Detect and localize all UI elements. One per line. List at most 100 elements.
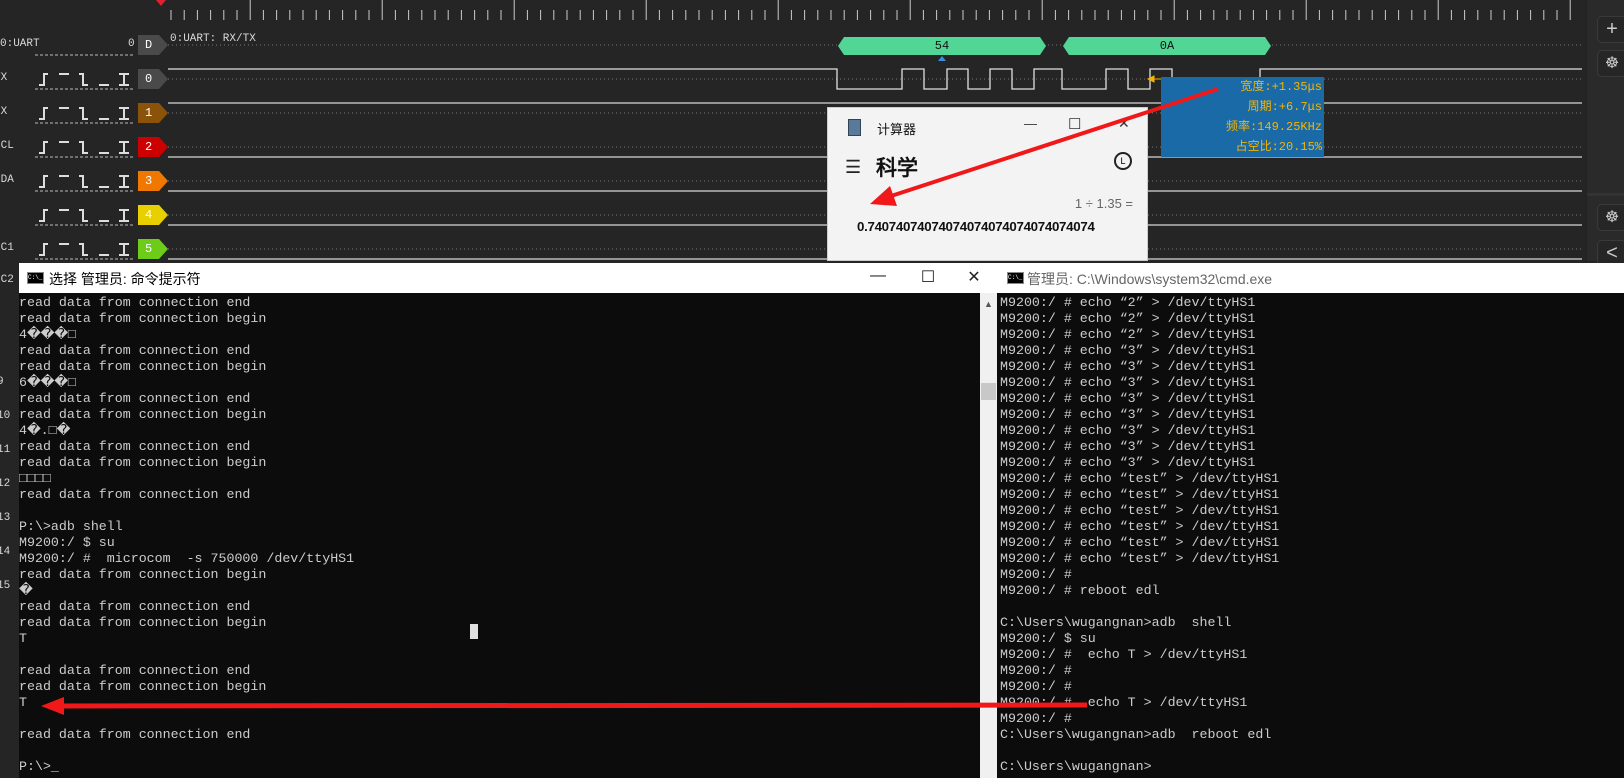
channel-name: TX bbox=[0, 72, 8, 84]
decoder-label: 0:UART bbox=[0, 38, 40, 50]
terminal-line: M9200:/ # echo “2” > /dev/ttyHS1 bbox=[1000, 327, 1256, 342]
calculator-window: 计算器 — ☐ ✕ ☰ 科学 L 1 ÷ 1.35 = 0.7407407407… bbox=[827, 107, 1148, 261]
terminal-line: M9200:/ # echo “2” > /dev/ttyHS1 bbox=[1000, 311, 1256, 326]
result-display: 0.74074074074074074074074074074074 bbox=[857, 219, 1095, 234]
terminal-line: read data from connection end bbox=[19, 663, 251, 678]
terminal-line: read data from connection end bbox=[19, 487, 251, 502]
terminal-line: C:\Users\wugangnan>adb shell bbox=[1000, 615, 1232, 630]
terminal-line: M9200:/ # bbox=[1000, 679, 1072, 694]
terminal-line: M9200:/ # echo “3” > /dev/ttyHS1 bbox=[1000, 423, 1256, 438]
hidden-channel-label: 15 bbox=[0, 580, 11, 592]
title-bar[interactable]: C:\_ 管理员: C:\Windows\system32\cmd.exe bbox=[997, 263, 1624, 293]
calculator-mode: 科学 bbox=[876, 157, 918, 180]
terminal-output[interactable]: M9200:/ # echo “2” > /dev/ttyHS1 M9200:/ … bbox=[997, 293, 1624, 775]
terminal-line: read data from connection end bbox=[19, 599, 251, 614]
hidden-channel-label: 9 bbox=[0, 376, 4, 388]
terminal-line: M9200:/ # echo T > /dev/ttyHS1 bbox=[1000, 647, 1248, 662]
terminal-line: M9200:/ # bbox=[1000, 663, 1072, 678]
terminal-line: M9200:/ # echo “3” > /dev/ttyHS1 bbox=[1000, 391, 1256, 406]
time-ruler[interactable] bbox=[170, 0, 1571, 20]
terminal-line: M9200:/ # echo T > /dev/ttyHS1 bbox=[1000, 695, 1248, 710]
channel-name: SCL bbox=[0, 140, 14, 152]
measurement-tooltip: 宽度:+1.35μs 周期:+6.7μs 频率:149.25KHz 占空比:20… bbox=[1161, 77, 1324, 157]
terminal-line: M9200:/ # echo “test” > /dev/ttyHS1 bbox=[1000, 503, 1280, 518]
terminal-line: T bbox=[19, 631, 27, 646]
add-button[interactable]: + bbox=[1597, 16, 1624, 43]
decoded-byte[interactable]: 54 bbox=[838, 37, 1046, 55]
decoder-value: 0 bbox=[128, 38, 135, 50]
maximize-button[interactable]: ☐ bbox=[1068, 115, 1081, 133]
decoded-byte[interactable]: 0A bbox=[1063, 37, 1271, 55]
terminal-line: M9200:/ # echo “test” > /dev/ttyHS1 bbox=[1000, 487, 1280, 502]
calculator-icon bbox=[848, 119, 861, 136]
hidden-channel-label: 14 bbox=[0, 546, 11, 558]
trigger-edge-icons[interactable] bbox=[36, 106, 134, 120]
title-bar[interactable]: C:\_ 选择 管理员: 命令提示符 — ☐ ✕ bbox=[19, 263, 997, 293]
maximize-button[interactable]: ☐ bbox=[918, 267, 938, 287]
terminal-line: M9200:/ # bbox=[1000, 711, 1072, 726]
terminal-line: read data from connection begin bbox=[19, 455, 267, 470]
terminal-line: □□□□ bbox=[19, 471, 51, 486]
terminal-line: read data from connection end bbox=[19, 295, 251, 310]
hidden-channel-label: 10 bbox=[0, 410, 11, 422]
calculator-title: 计算器 bbox=[877, 122, 917, 137]
terminal-line: M9200:/ # echo “3” > /dev/ttyHS1 bbox=[1000, 359, 1256, 374]
terminal-line: M9200:/ # microcom -s 750000 /dev/ttyHS1 bbox=[19, 551, 355, 566]
logic-analyzer-panel: 0:UART 0 D 0:UART: RX/TX TX0RX1SCL2SDA34… bbox=[0, 0, 1586, 261]
terminal-line: M9200:/ $ su bbox=[19, 535, 115, 550]
menu-icon[interactable]: ☰ bbox=[845, 157, 861, 178]
terminal-line: 6���□ bbox=[19, 375, 76, 390]
scrollbar-thumb[interactable] bbox=[981, 383, 996, 400]
scrollbar[interactable]: ▲ bbox=[980, 293, 997, 778]
terminal-line: C:\Users\wugangnan> bbox=[1000, 759, 1152, 774]
settings-wheel-icon[interactable]: ☸ bbox=[1597, 204, 1624, 231]
scroll-up-icon[interactable]: ▲ bbox=[984, 299, 993, 309]
terminal-line: M9200:/ # echo “test” > /dev/ttyHS1 bbox=[1000, 519, 1280, 534]
terminal-line: read data from connection begin bbox=[19, 615, 267, 630]
cmd-icon: C:\_ bbox=[27, 272, 44, 284]
trigger-edge-icons[interactable] bbox=[36, 174, 134, 188]
minimize-button[interactable]: — bbox=[868, 267, 888, 285]
trigger-edge-icons[interactable] bbox=[36, 208, 134, 222]
terminal-line: M9200:/ # echo “2” > /dev/ttyHS1 bbox=[1000, 295, 1256, 310]
trigger-edge-icons[interactable] bbox=[36, 242, 134, 256]
terminal-line: read data from connection begin bbox=[19, 311, 267, 326]
terminal-line: read data from connection end bbox=[19, 727, 251, 742]
terminal-line: M9200:/ # echo “3” > /dev/ttyHS1 bbox=[1000, 343, 1256, 358]
terminal-line: M9200:/ # echo “test” > /dev/ttyHS1 bbox=[1000, 471, 1280, 486]
expression: 1 ÷ 1.35 = bbox=[1074, 196, 1133, 211]
hidden-channel-label: 13 bbox=[0, 512, 11, 524]
cmd-window-right: C:\_ 管理员: C:\Windows\system32\cmd.exe M9… bbox=[997, 263, 1624, 778]
terminal-line: read data from connection begin bbox=[19, 359, 267, 374]
terminal-line: M9200:/ # echo “3” > /dev/ttyHS1 bbox=[1000, 375, 1256, 390]
terminal-line: M9200:/ # echo “test” > /dev/ttyHS1 bbox=[1000, 551, 1280, 566]
hidden-channel-label: 12 bbox=[0, 478, 11, 490]
terminal-line: T bbox=[19, 695, 27, 710]
terminal-output[interactable]: read data from connection end read data f… bbox=[19, 293, 997, 775]
text-cursor bbox=[470, 624, 478, 639]
window-title: 管理员: C:\Windows\system32\cmd.exe bbox=[1027, 271, 1273, 287]
marker-icon[interactable] bbox=[156, 0, 166, 6]
terminal-line: M9200:/ # reboot edl bbox=[1000, 583, 1160, 598]
history-icon[interactable]: L bbox=[1114, 152, 1132, 170]
terminal-line: M9200:/ # bbox=[1000, 567, 1072, 582]
trigger-edge-icons[interactable] bbox=[36, 72, 134, 86]
terminal-line: 4���□ bbox=[19, 327, 76, 342]
terminal-line: read data from connection end bbox=[19, 391, 251, 406]
settings-wheel-icon[interactable]: ☸ bbox=[1597, 50, 1624, 77]
close-button[interactable]: ✕ bbox=[964, 267, 984, 287]
trigger-edge-icons[interactable] bbox=[36, 140, 134, 154]
terminal-line: C:\Users\wugangnan>adb reboot edl bbox=[1000, 727, 1272, 742]
terminal-line: read data from connection begin bbox=[19, 407, 267, 422]
terminal-line: M9200:/ # echo “3” > /dev/ttyHS1 bbox=[1000, 455, 1256, 470]
window-title: 选择 管理员: 命令提示符 bbox=[49, 271, 201, 287]
close-button[interactable]: ✕ bbox=[1118, 115, 1130, 132]
terminal-line: 4�.□� bbox=[19, 423, 71, 438]
minimize-button[interactable]: — bbox=[1024, 116, 1037, 131]
frequency: 频率:149.25KHz bbox=[1225, 120, 1322, 134]
